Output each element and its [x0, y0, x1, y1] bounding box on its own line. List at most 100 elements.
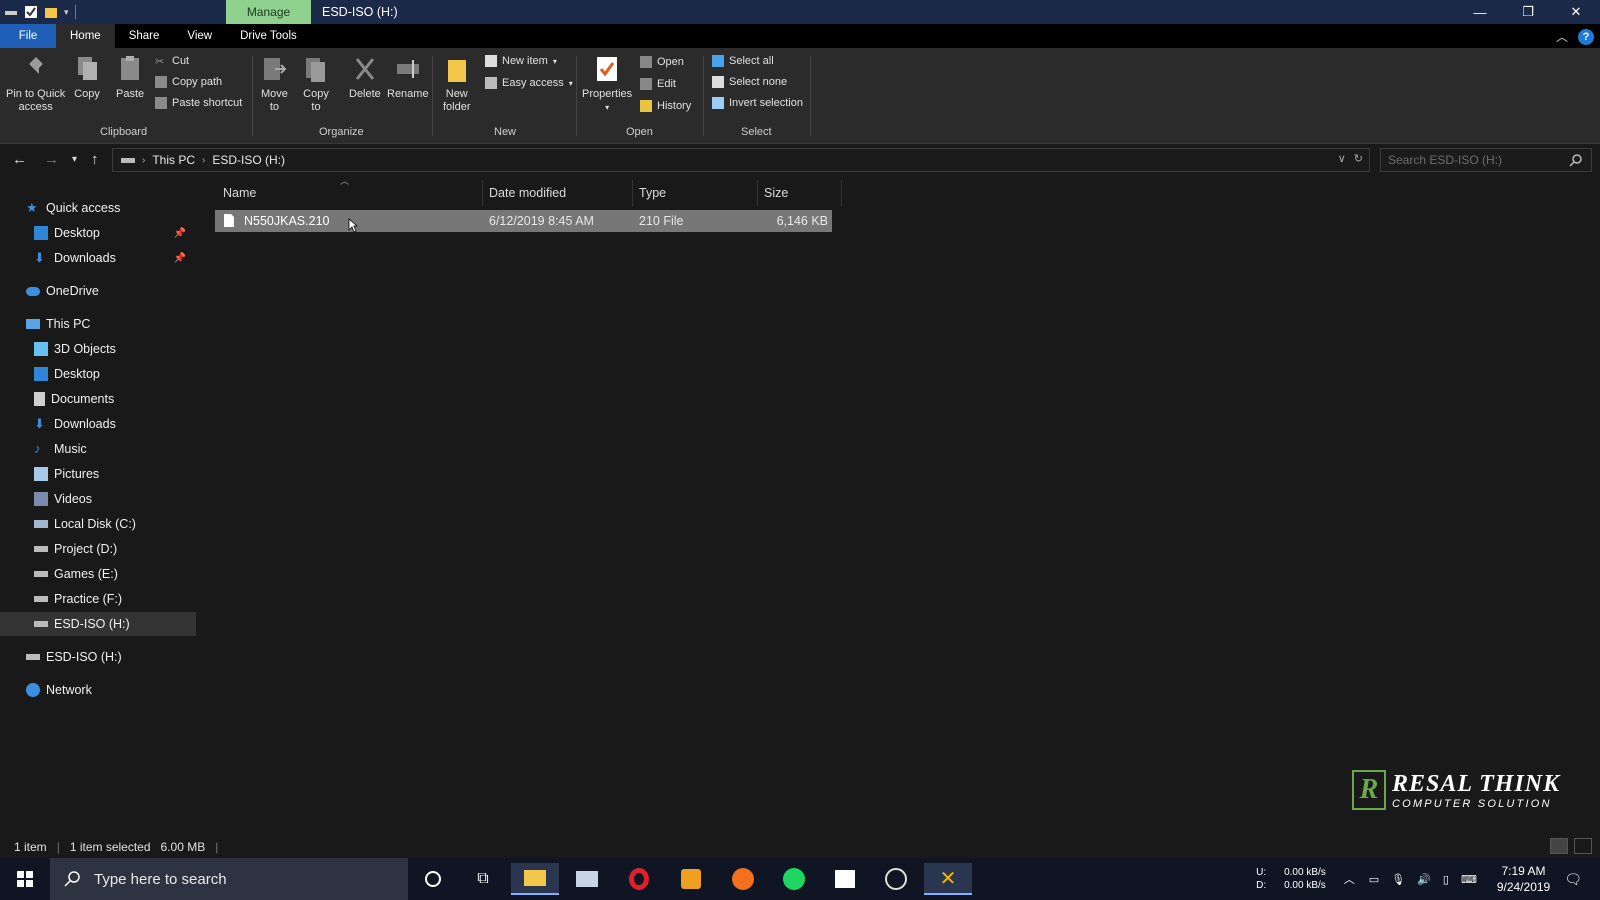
delete-button[interactable]: Delete	[349, 54, 381, 101]
copy-path-button[interactable]: Copy path	[155, 76, 222, 88]
sidebar-item-games-e[interactable]: Games (E:)	[0, 562, 196, 586]
sidebar-item-music[interactable]: ♪ Music	[0, 437, 196, 461]
column-header-size[interactable]: Size	[758, 180, 842, 206]
cut-button[interactable]: ✂ Cut	[155, 55, 189, 68]
address-dropdown-icon[interactable]: ∨	[1338, 152, 1346, 165]
breadcrumb-current[interactable]: ESD-ISO (H:)	[212, 153, 285, 167]
start-button[interactable]	[0, 858, 50, 900]
back-arrow-icon[interactable]: ←	[12, 151, 27, 168]
sidebar-item-documents[interactable]: Documents	[0, 387, 196, 411]
customize-qat-icon[interactable]: ▾	[64, 7, 69, 18]
action-center-icon[interactable]: 🗨	[1564, 871, 1582, 888]
copy-to-button[interactable]: Copy to	[303, 54, 329, 114]
upload-speed: 0.00 kB/s	[1284, 867, 1326, 878]
move-to-button[interactable]: Move to	[261, 54, 288, 114]
column-header-date-modified[interactable]: Date modified	[483, 180, 633, 206]
volume-icon[interactable]: 🔊	[1417, 873, 1431, 886]
paste-shortcut-button[interactable]: Paste shortcut	[155, 97, 242, 109]
tab-file[interactable]: File	[0, 24, 56, 48]
sidebar-item-local-disk-c[interactable]: Local Disk (C:)	[0, 512, 196, 536]
history-button[interactable]: History	[640, 100, 691, 112]
select-none-button[interactable]: Select none	[712, 76, 787, 88]
details-view-button[interactable]	[1550, 838, 1568, 854]
recent-locations-icon[interactable]: ▾	[72, 154, 77, 165]
tab-view[interactable]: View	[173, 24, 226, 48]
cortana-button[interactable]	[409, 863, 457, 895]
store-taskbar-icon[interactable]	[821, 863, 869, 895]
forward-arrow-icon[interactable]: →	[44, 151, 59, 168]
sidebar-item-practice-f[interactable]: Practice (F:)	[0, 587, 196, 611]
tab-home[interactable]: Home	[56, 24, 115, 48]
properties-button[interactable]: Properties ▾	[582, 54, 632, 114]
app-orange-taskbar-icon[interactable]	[667, 863, 715, 895]
up-arrow-icon[interactable]: ↑	[91, 151, 99, 168]
sidebar-item-esd-iso-h[interactable]: ESD-ISO (H:)	[0, 612, 196, 636]
manage-contextual-tab[interactable]: Manage	[226, 0, 311, 24]
chevron-right-icon[interactable]: ›	[202, 155, 205, 166]
drive-icon[interactable]	[4, 5, 18, 19]
tab-share[interactable]: Share	[115, 24, 174, 48]
properties-checkbox-icon[interactable]	[24, 5, 38, 19]
sidebar-item-project-d[interactable]: Project (D:)	[0, 537, 196, 561]
address-bar[interactable]: › This PC › ESD-ISO (H:) ∨ ↻	[112, 148, 1370, 172]
rename-button[interactable]: Rename	[387, 54, 429, 101]
select-all-button[interactable]: Select all	[712, 55, 774, 67]
folder-icon[interactable]	[44, 5, 58, 19]
sidebar-item-downloads[interactable]: ⬇ Downloads	[0, 412, 196, 436]
xampp-taskbar-icon[interactable]: ✕	[924, 863, 972, 895]
edit-button[interactable]: Edit	[640, 78, 676, 90]
pin-to-quick-access-button[interactable]: Pin to Quick access	[6, 54, 65, 114]
paste-label: Paste	[116, 88, 145, 100]
task-view-button[interactable]: ⧉	[459, 863, 507, 895]
sidebar-item-videos[interactable]: Videos	[0, 487, 196, 511]
taskbar-search-box[interactable]: Type here to search	[50, 858, 408, 900]
column-header-name[interactable]: Name	[217, 180, 483, 206]
network-tray-icon[interactable]: ▭	[1369, 873, 1379, 886]
refresh-icon[interactable]: ↻	[1354, 152, 1363, 165]
pin-icon[interactable]: 📌	[174, 228, 186, 239]
file-name[interactable]: N550JKAS.210	[244, 214, 329, 228]
close-button[interactable]: ✕	[1552, 0, 1600, 24]
sidebar-item-desktop[interactable]: Desktop	[0, 362, 196, 386]
new-folder-button[interactable]: New folder	[443, 54, 471, 114]
easy-access-button[interactable]: Easy access ▾	[485, 77, 573, 89]
tab-drive-tools[interactable]: Drive Tools	[226, 24, 311, 48]
sidebar-item-esd-iso-h-root[interactable]: ESD-ISO (H:)	[0, 645, 196, 669]
column-header-type[interactable]: Type	[633, 180, 758, 206]
maximize-button[interactable]: ❐	[1504, 0, 1552, 24]
copy-button[interactable]: Copy	[74, 54, 100, 101]
sidebar-item-desktop-pinned[interactable]: Desktop 📌	[0, 221, 196, 245]
new-item-button[interactable]: New item ▾	[485, 55, 557, 67]
keyboard-icon[interactable]: ⌨	[1461, 873, 1477, 886]
battery-icon[interactable]: ▯	[1443, 873, 1449, 886]
sidebar-item-quick-access[interactable]: ★ Quick access	[0, 196, 196, 220]
app-taskbar-icon[interactable]	[563, 863, 611, 895]
sidebar-item-network[interactable]: Network	[0, 678, 196, 702]
help-icon[interactable]: ?	[1578, 28, 1594, 45]
sidebar-item-downloads-pinned[interactable]: ⬇ Downloads 📌	[0, 246, 196, 270]
table-row[interactable]: N550JKAS.210 6/12/2019 8:45 AM 210 File …	[215, 210, 832, 232]
opera-taskbar-icon[interactable]	[615, 863, 663, 895]
sidebar-item-this-pc[interactable]: This PC	[0, 312, 196, 336]
paste-button[interactable]: Paste	[116, 54, 144, 101]
file-explorer-taskbar-icon[interactable]	[511, 863, 559, 895]
show-hidden-icons-icon[interactable]: ︿	[1344, 871, 1355, 887]
clock[interactable]: 7:19 AM 9/24/2019	[1497, 863, 1550, 895]
microphone-icon[interactable]: 🎙	[1391, 873, 1405, 886]
open-button[interactable]: Open	[640, 56, 684, 68]
large-icons-view-button[interactable]	[1574, 838, 1592, 854]
collapse-ribbon-icon[interactable]: ︿	[1556, 28, 1568, 45]
spotify-taskbar-icon[interactable]	[770, 863, 818, 895]
search-input[interactable]: Search ESD-ISO (H:)	[1380, 148, 1592, 172]
firefox-taskbar-icon[interactable]	[719, 863, 767, 895]
pin-icon[interactable]: 📌	[174, 253, 186, 264]
sidebar-item-pictures[interactable]: Pictures	[0, 462, 196, 486]
sidebar-item-3d-objects[interactable]: 3D Objects	[0, 337, 196, 361]
chevron-right-icon[interactable]: ›	[142, 155, 145, 166]
breadcrumb-this-pc[interactable]: This PC	[152, 153, 195, 167]
invert-selection-button[interactable]: Invert selection	[712, 97, 803, 109]
obs-taskbar-icon[interactable]	[872, 863, 920, 895]
chevron-down-icon: ▾	[605, 103, 610, 112]
minimize-button[interactable]: —	[1456, 0, 1504, 24]
sidebar-item-onedrive[interactable]: OneDrive	[0, 279, 196, 303]
